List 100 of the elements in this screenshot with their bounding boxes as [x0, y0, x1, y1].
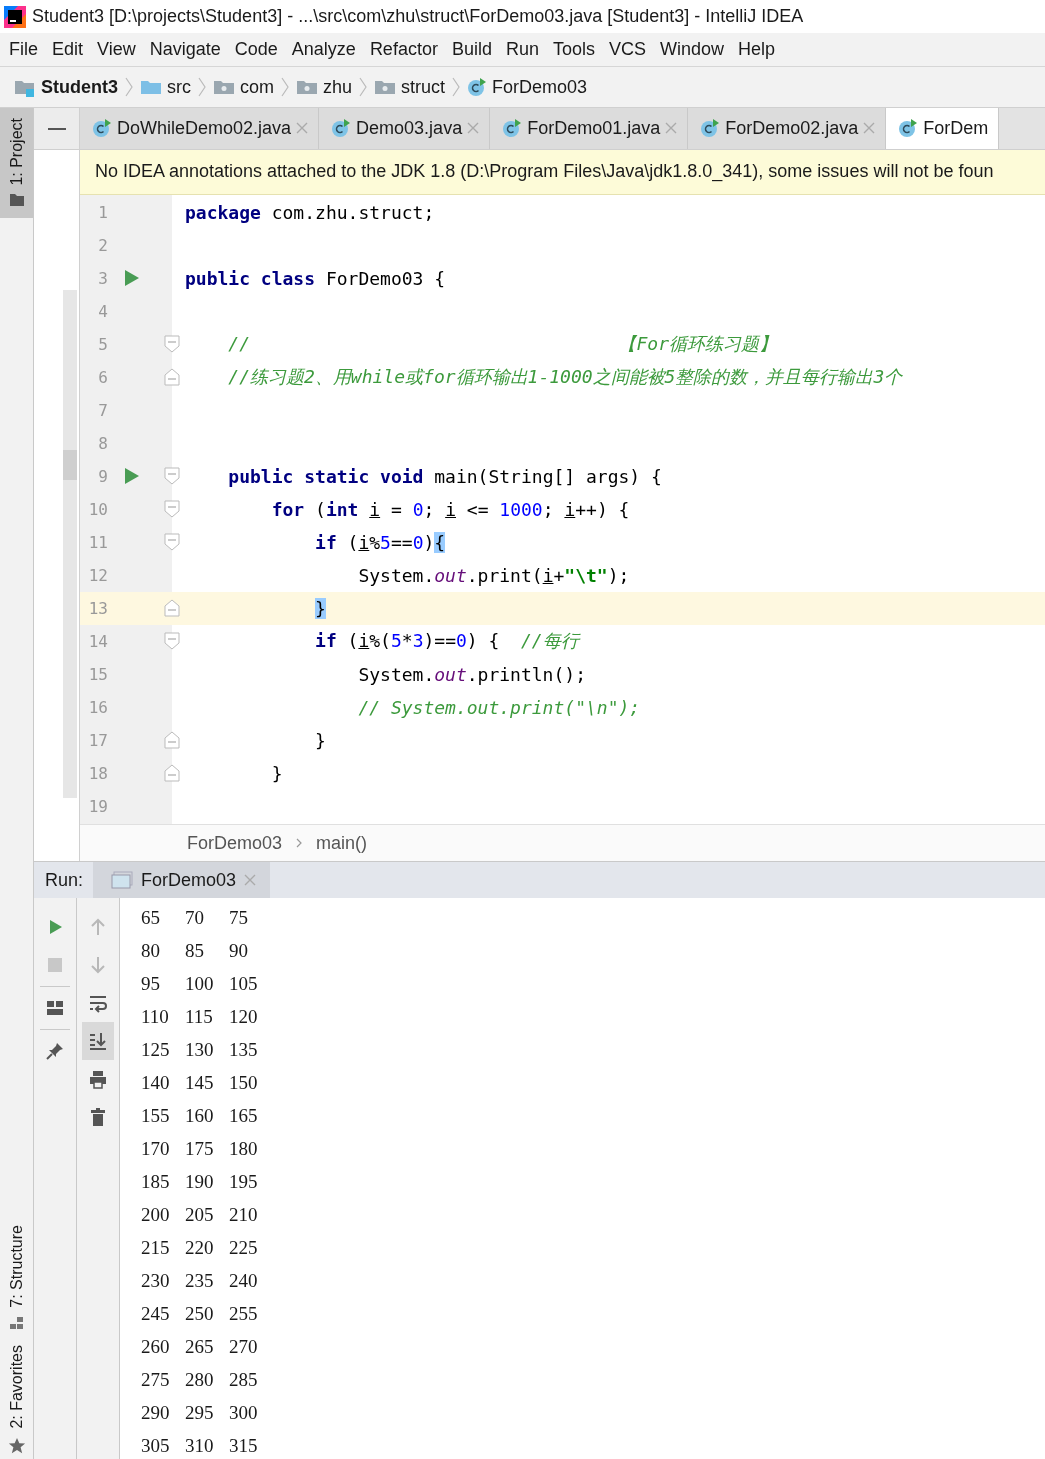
output-value: 230	[141, 1269, 171, 1292]
menu-item[interactable]: VCS	[602, 39, 653, 60]
line-number: 3	[97, 268, 108, 288]
java-class-icon	[331, 118, 352, 139]
breadcrumb[interactable]: main()	[316, 832, 368, 854]
output-value: 195	[229, 1170, 259, 1193]
java-class-icon	[92, 118, 112, 139]
menu-item[interactable]: File	[2, 39, 45, 60]
output-value: 110	[141, 1005, 170, 1028]
line-number: 8	[97, 433, 108, 453]
minimize-button[interactable]	[34, 108, 79, 150]
scrollbar-thumb[interactable]	[63, 450, 77, 480]
warning-banner-text: No IDEA annotations attached to the JDK 1.8 (D:\Program Files\Java\jdk1.8.0_341), some issues will not be foun	[95, 161, 994, 183]
console-icon	[111, 871, 134, 889]
run-icon[interactable]	[124, 467, 140, 486]
run-tab[interactable]: ForDemo03	[93, 862, 271, 898]
output-value: 280	[185, 1368, 215, 1391]
line-number: 12	[87, 565, 108, 585]
line-number: 2	[97, 235, 108, 255]
editor-tab[interactable]: DoWhileDemo02.java	[80, 108, 320, 149]
java-class-icon	[898, 118, 919, 139]
editor-tab[interactable]: ForDemo02.java	[688, 108, 887, 149]
close-icon[interactable]	[665, 122, 678, 135]
close-icon[interactable]	[244, 874, 257, 886]
close-icon[interactable]	[863, 122, 876, 135]
nav-crumb[interactable]: com	[240, 76, 275, 98]
line-number: 13	[87, 598, 108, 618]
menu-item[interactable]: Code	[227, 39, 285, 60]
output-value: 95	[141, 972, 161, 995]
fold-icon[interactable]	[164, 368, 180, 387]
fold-icon[interactable]	[164, 467, 180, 486]
output-value: 250	[185, 1302, 215, 1325]
folder-icon	[8, 191, 25, 208]
chevron-icon	[281, 76, 290, 98]
output-value: 135	[229, 1038, 259, 1061]
java-class-icon	[502, 118, 523, 139]
output-value: 300	[229, 1401, 259, 1424]
fold-icon[interactable]	[164, 731, 180, 750]
close-icon[interactable]	[296, 122, 309, 135]
code-line: System.out.print(i+"\t");	[357, 564, 630, 586]
code-line: System.out.println();	[357, 663, 586, 685]
output-value: 125	[141, 1038, 171, 1061]
line-number: 15	[87, 664, 108, 684]
tool-window-tab[interactable]: 2: Favorites	[0, 1335, 33, 1459]
fold-icon[interactable]	[164, 500, 180, 519]
line-number: 14	[87, 631, 108, 651]
output-value: 235	[185, 1269, 215, 1292]
code-line: public class ForDemo03 {	[185, 267, 446, 289]
fold-icon[interactable]	[164, 335, 180, 354]
editor-tab[interactable]: ForDemo01.java	[490, 108, 689, 149]
output-value: 190	[185, 1170, 215, 1193]
line-number: 18	[87, 763, 108, 783]
menu-item[interactable]: Build	[444, 39, 499, 60]
chevron-icon	[198, 76, 206, 98]
code-line: if (i%(5*3)==0) { //每行	[314, 629, 579, 654]
menu-item[interactable]: Edit	[45, 39, 91, 60]
editor-tab[interactable]: ForDem	[886, 108, 1000, 149]
menu-item[interactable]: Analyze	[284, 39, 363, 60]
app-logo-icon	[4, 5, 26, 28]
line-number: 10	[87, 499, 108, 519]
line-number: 19	[87, 796, 108, 816]
line-number: 1	[97, 202, 108, 222]
folder-icon	[140, 78, 162, 96]
output-value: 245	[141, 1302, 171, 1325]
menu-item[interactable]: View	[90, 39, 143, 60]
fold-icon[interactable]	[164, 764, 180, 783]
menu-item[interactable]: Refactor	[362, 39, 445, 60]
fold-icon[interactable]	[164, 599, 180, 618]
fold-icon[interactable]	[164, 533, 180, 552]
output-value: 155	[141, 1104, 171, 1127]
tool-window-tab[interactable]: 7: Structure	[0, 1214, 33, 1336]
scroll-to-end-icon[interactable]	[82, 1022, 114, 1060]
scrollbar[interactable]	[63, 290, 77, 798]
output-value: 70	[185, 906, 205, 929]
line-number: 7	[97, 400, 108, 420]
nav-crumb[interactable]: struct	[401, 76, 446, 98]
menu-item[interactable]: Window	[653, 39, 732, 60]
output-value: 275	[141, 1368, 171, 1391]
fold-icon[interactable]	[164, 632, 180, 651]
nav-crumb[interactable]: Student3	[41, 76, 118, 98]
breadcrumb[interactable]: ForDemo03	[187, 832, 283, 854]
output-value: 315	[229, 1434, 259, 1457]
menu-item[interactable]: Run	[498, 39, 546, 60]
tool-window-tab[interactable]: 1: Project	[0, 108, 33, 218]
code-line: package com.zhu.struct;	[185, 201, 435, 223]
output-value: 90	[229, 939, 249, 962]
code-line: // 【For循环练习题】	[227, 332, 777, 357]
nav-crumb[interactable]: src	[167, 76, 191, 98]
run-icon[interactable]	[124, 269, 140, 288]
nav-crumb[interactable]: zhu	[323, 76, 353, 98]
code-line: //练习题2、用while或for循环输出1-1000之间能被5整除的数，并且每行输出3个	[227, 365, 903, 390]
line-number: 6	[97, 367, 108, 387]
menu-item[interactable]: Tools	[545, 39, 602, 60]
editor-tab[interactable]: Demo03.java	[319, 108, 491, 149]
nav-crumb[interactable]: ForDemo03	[492, 76, 588, 98]
output-value: 285	[229, 1368, 259, 1391]
close-icon[interactable]	[467, 122, 480, 135]
package-folder-icon	[213, 78, 235, 96]
menu-item[interactable]: Help	[731, 39, 783, 60]
menu-item[interactable]: Navigate	[142, 39, 228, 60]
